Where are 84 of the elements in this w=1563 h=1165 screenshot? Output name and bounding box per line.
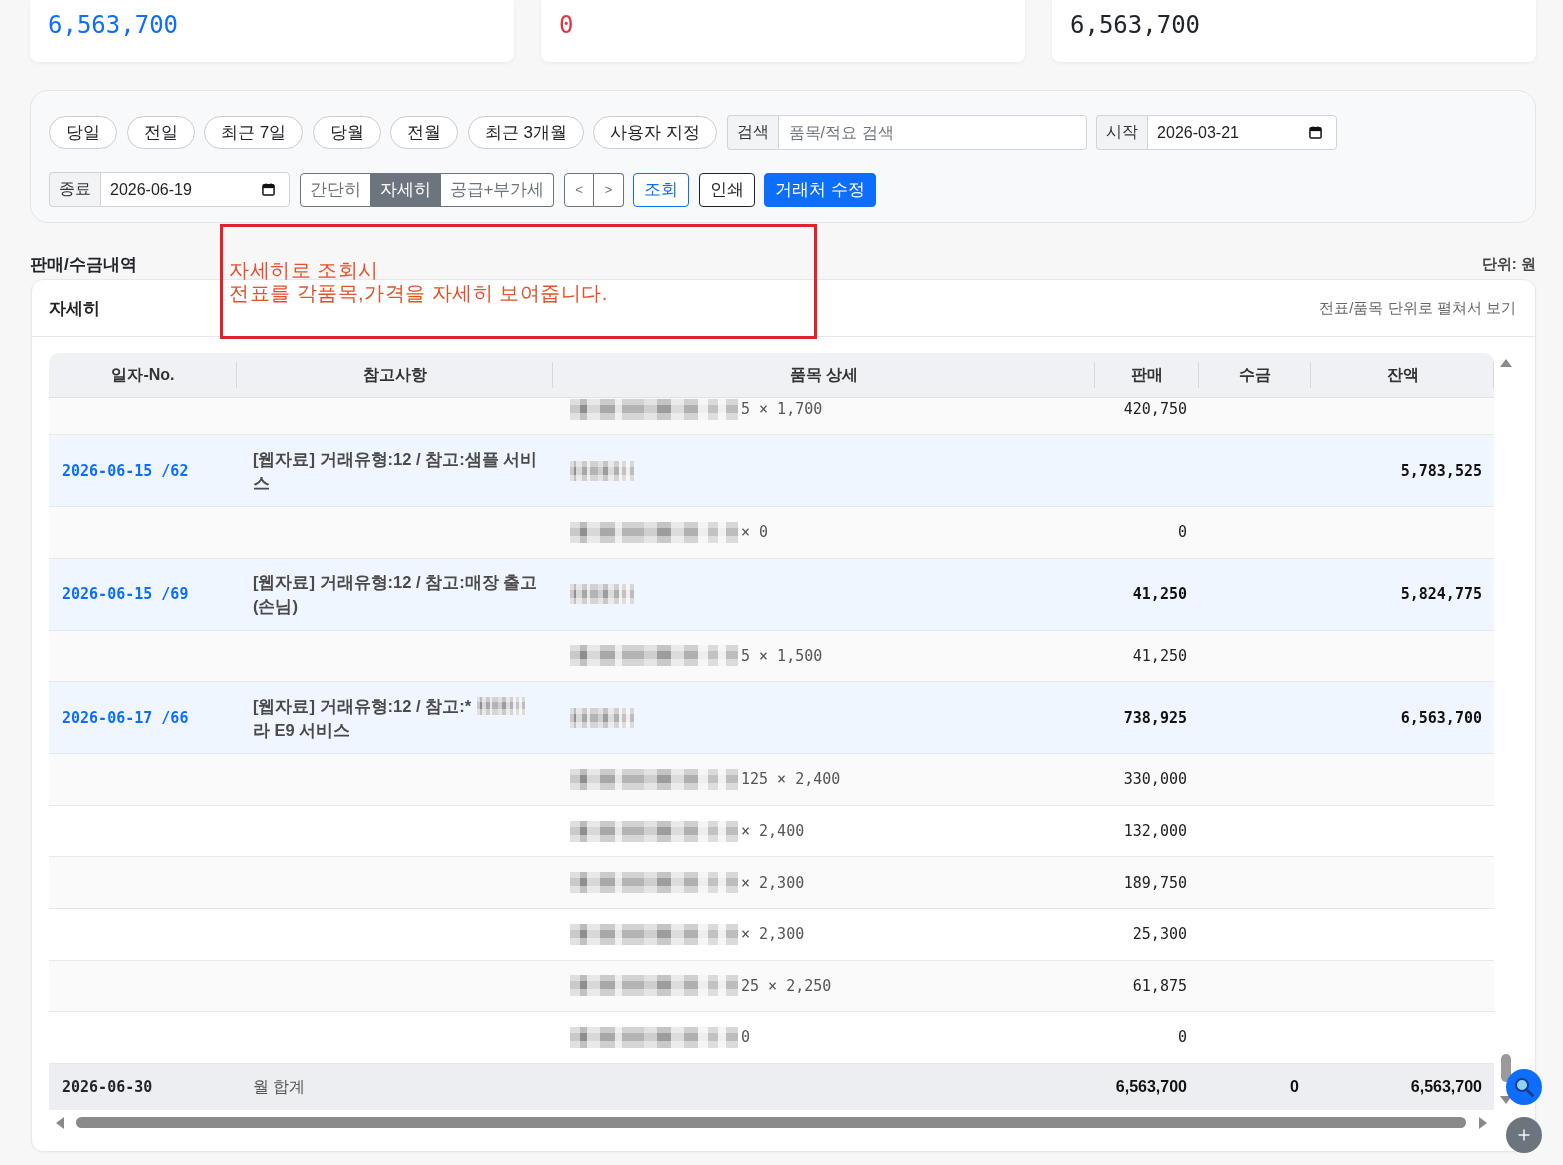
date-field[interactable]: 2026-06-19 [100,172,290,207]
table-cell: 0 [1290,1077,1299,1096]
note-text: 라 E9 서비스 [253,720,351,742]
date-range-button[interactable]: 전월 [390,116,459,149]
column-header: 판매 [1131,364,1163,385]
action-button[interactable]: 조회 [633,172,690,207]
voucher-link[interactable]: 2026-06-15 /69 [62,585,189,604]
date-range-button[interactable]: 사용자 지정 [593,116,718,149]
view-toggle-button[interactable]: 간단히 [299,172,371,207]
note-text: [웹자료] 거래유형:12 / 참고:* [253,695,472,717]
table-cell: 132,000 [1123,822,1187,841]
table-cell: 6,563,700 [1410,1077,1482,1096]
start-date-label: 시작 [1096,115,1148,150]
table-cell: 6,563,700 [1400,708,1482,727]
table-cell: 5,783,525 [1400,461,1482,480]
calendar-icon [1309,126,1323,139]
table-cell: 41,250 [1132,585,1187,604]
action-button[interactable]: 인쇄 [698,172,755,207]
column-header: 일자-No. [111,364,175,385]
quantity-price: × 2,400 [741,822,805,841]
quantity-price: 25 × 2,250 [741,976,832,995]
table-cell: 330,000 [1123,770,1187,789]
plus-icon [1518,1129,1530,1141]
scrollbar-thumb[interactable] [1501,1053,1511,1082]
pixelated-block [570,460,634,481]
table-cell: 189,750 [1123,873,1187,892]
date-range-button[interactable]: 최근 3개월 [467,116,584,149]
pager-button[interactable]: > [593,172,624,207]
scroll-up-arrow-icon[interactable] [1500,359,1512,367]
view-toggle-button[interactable]: 자세히 [370,172,441,207]
quantity-price: × 2,300 [741,925,805,944]
column-header: 참고사항 [363,364,427,385]
section-title: 판매/수금내역 [30,253,137,276]
column-header: 잔액 [1386,364,1419,385]
table-cell: 420,750 [1123,400,1187,418]
scrollbar-thumb[interactable] [76,1117,1466,1129]
search-input[interactable]: 품목/적요 검색 [777,115,1087,150]
table-cell: 61,875 [1132,976,1187,995]
panel-hint: 전표/품목 단위로 펼쳐서 보기 [1319,298,1516,318]
table-cell: 41,250 [1132,646,1187,665]
view-toggle-button[interactable]: 공급+부가세 [440,172,555,207]
column-header: 수금 [1239,364,1271,385]
date-range-button[interactable]: 당월 [312,116,381,149]
quantity-price: 5 × 1,500 [741,646,823,665]
quantity-price: × 0 [741,523,769,542]
table-cell: 6,563,700 [1115,1077,1187,1096]
calendar-icon [262,183,275,196]
annotation-text: 전표를 각품목,가격을 자세히 보여줍니다. [229,282,608,305]
panel-title: 자세히 [49,297,100,320]
date-field[interactable]: 2026-03-21 [1147,115,1338,150]
scroll-right-arrow-icon[interactable] [1479,1116,1487,1129]
note-text: [웹자료] 거래유형:12 / 참고:매장 출고(손님) [253,572,539,618]
date-range-button[interactable]: 전일 [126,116,195,149]
quantity-price: × 2,300 [741,873,805,892]
column-header: 품목 상세 [789,364,859,385]
pixelated-block [477,696,526,715]
quantity-price: 0 [741,1028,751,1047]
action-button[interactable]: 거래처 수정 [764,172,877,207]
pager-button[interactable]: < [563,172,594,207]
voucher-link[interactable]: 2026-06-17 /66 [62,708,189,727]
summary-value: 6,563,700 [1070,11,1201,39]
search-icon [1514,1077,1534,1097]
search-label: 검색 [726,115,778,150]
total-label: 월 합계 [253,1077,306,1095]
table-cell: 738,925 [1123,708,1187,727]
quantity-price: 125 × 2,400 [741,770,841,789]
annotation-text: 자세히로 조회시 [229,259,379,282]
quantity-price: 5 × 1,700 [741,400,823,418]
summary-value: 0 [559,11,574,39]
date-range-button[interactable]: 당일 [49,116,117,149]
unit-label: 단위: 원 [1481,254,1536,274]
table-cell: 0 [1177,523,1187,542]
voucher-link[interactable]: 2026-06-15 /62 [62,461,189,480]
date-range-button[interactable]: 최근 7일 [204,116,304,149]
summary-value: 6,563,700 [48,11,179,39]
total-date: 2026-06-30 [62,1077,153,1096]
table-cell: 0 [1177,1028,1187,1047]
scroll-left-arrow-icon[interactable] [56,1116,64,1129]
end-date-label: 종료 [49,172,100,207]
table-cell: 5,824,775 [1400,585,1482,604]
pixelated-block [570,707,634,728]
table-cell: 25,300 [1132,925,1187,944]
pixelated-block [570,584,634,605]
note-text: [웹자료] 거래유형:12 / 참고:샘플 서비스 [253,448,539,494]
